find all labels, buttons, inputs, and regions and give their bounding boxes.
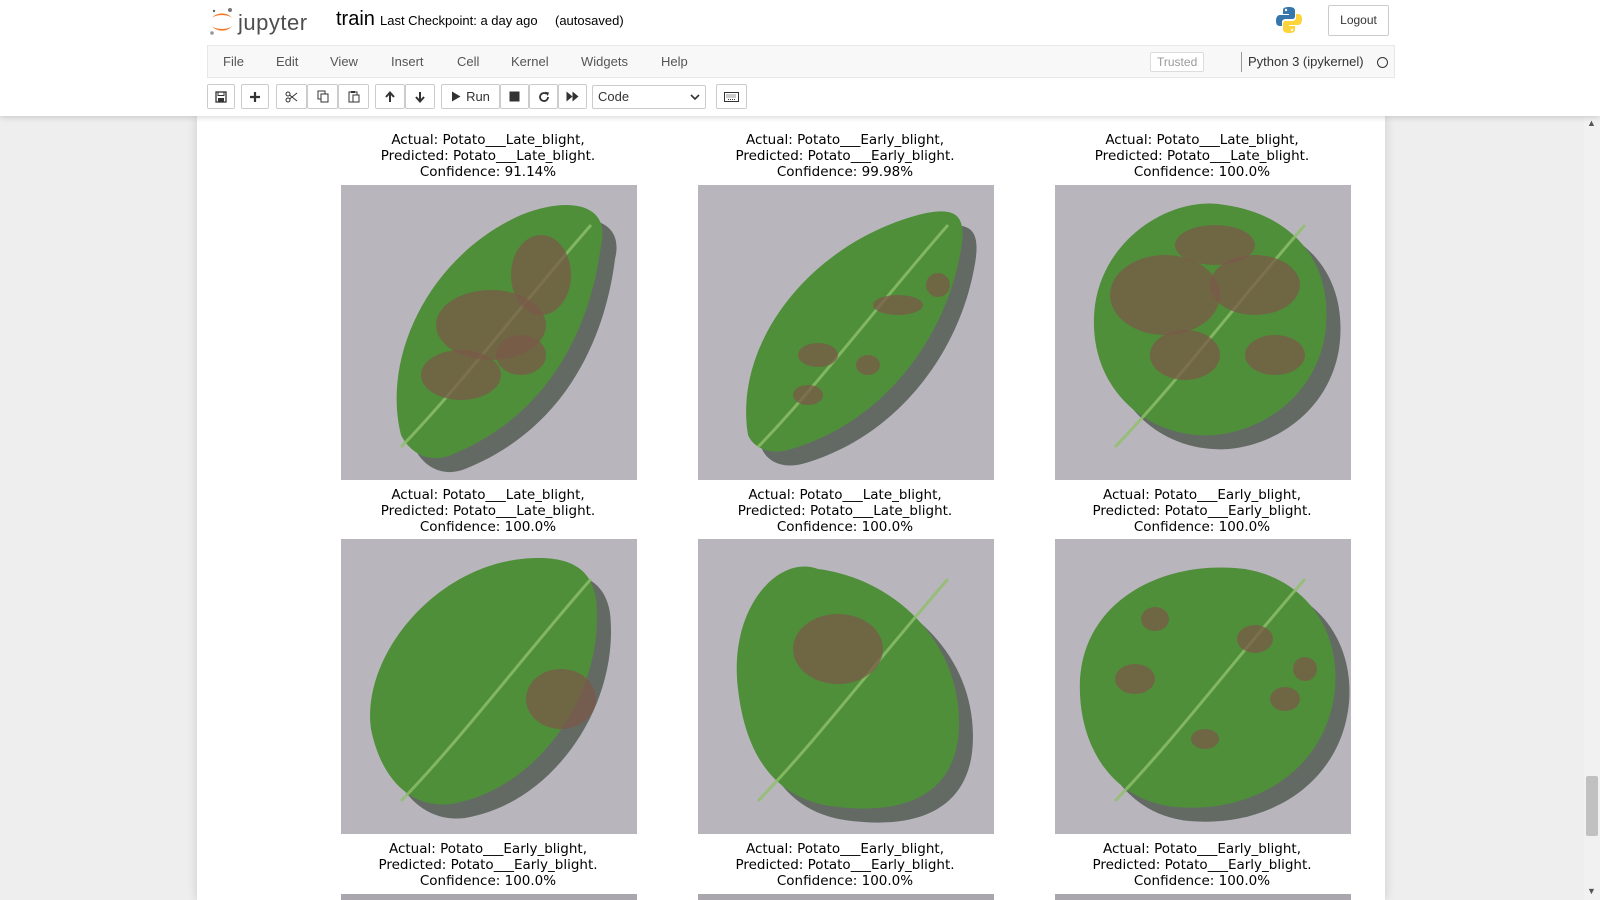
move-up-button[interactable] bbox=[375, 84, 405, 109]
interrupt-button[interactable] bbox=[500, 84, 529, 109]
menu-file[interactable]: File bbox=[223, 54, 244, 69]
copy-icon bbox=[317, 90, 328, 103]
stop-icon bbox=[509, 91, 520, 102]
caption-confidence: Confidence: 100.0% bbox=[1133, 164, 1271, 180]
leaf-image-partial bbox=[698, 894, 994, 900]
menu-edit[interactable]: Edit bbox=[276, 54, 298, 69]
leaf-image bbox=[1055, 185, 1351, 480]
fast-forward-icon bbox=[566, 91, 579, 102]
caption-predicted: Predicted: Potato___Late_blight. bbox=[737, 503, 953, 519]
caption-actual: Actual: Potato___Late_blight, bbox=[391, 487, 585, 503]
notebook-container: Actual: Potato___Late_blight, Predicted: … bbox=[197, 116, 1385, 900]
caption-actual: Actual: Potato___Early_blight, bbox=[1102, 487, 1302, 503]
caption-predicted: Predicted: Potato___Late_blight. bbox=[380, 148, 596, 164]
arrow-up-icon bbox=[385, 90, 395, 102]
logout-button[interactable]: Logout bbox=[1328, 5, 1389, 36]
prediction-caption: Actual: Potato___Late_blight, Predicted: … bbox=[338, 132, 638, 180]
cut-button[interactable] bbox=[276, 84, 307, 109]
cell-type-select[interactable]: Code bbox=[592, 85, 706, 109]
caption-confidence: Confidence: 99.98% bbox=[776, 164, 914, 180]
paste-icon bbox=[348, 91, 359, 103]
menu-help[interactable]: Help bbox=[661, 54, 688, 69]
python-logo-icon bbox=[1276, 7, 1302, 33]
caption-confidence: Confidence: 100.0% bbox=[419, 873, 557, 889]
caption-predicted: Predicted: Potato___Early_blight. bbox=[378, 857, 598, 873]
prediction-caption: Actual: Potato___Late_blight, Predicted: … bbox=[1052, 132, 1352, 180]
copy-button[interactable] bbox=[307, 84, 338, 109]
kernel-idle-icon bbox=[1377, 57, 1388, 68]
caption-actual: Actual: Potato___Late_blight, bbox=[391, 132, 585, 148]
leaf-image bbox=[341, 185, 637, 480]
cell-type-value: Code bbox=[598, 89, 630, 104]
chevron-down-icon bbox=[690, 94, 700, 101]
prediction-caption: Actual: Potato___Early_blight, Predicted:… bbox=[1052, 487, 1352, 535]
menu-insert[interactable]: Insert bbox=[391, 54, 424, 69]
kernel-name[interactable]: Python 3 (ipykernel) bbox=[1248, 54, 1364, 69]
leaf-image bbox=[698, 185, 994, 480]
arrow-down-icon bbox=[415, 91, 425, 103]
caption-actual: Actual: Potato___Late_blight, bbox=[1105, 132, 1299, 148]
leaf-image bbox=[341, 539, 637, 834]
caption-actual: Actual: Potato___Late_blight, bbox=[748, 487, 942, 503]
plus-icon bbox=[250, 91, 260, 102]
jupyter-logo[interactable]: jupyter bbox=[208, 6, 323, 38]
notebook-name[interactable]: train bbox=[336, 8, 375, 31]
prediction-caption: Actual: Potato___Late_blight, Predicted: … bbox=[338, 487, 638, 535]
paste-button[interactable] bbox=[338, 84, 369, 109]
menu-view[interactable]: View bbox=[330, 54, 358, 69]
menubar: File Edit View Insert Cell Kernel Widget… bbox=[207, 45, 1395, 78]
caption-predicted: Predicted: Potato___Early_blight. bbox=[735, 148, 955, 164]
insert-cell-button[interactable] bbox=[241, 84, 269, 109]
caption-confidence: Confidence: 100.0% bbox=[1133, 873, 1271, 889]
scroll-up-arrow[interactable]: ▲ bbox=[1587, 118, 1596, 128]
jupyter-wordmark: jupyter bbox=[238, 10, 308, 35]
caption-predicted: Predicted: Potato___Early_blight. bbox=[1092, 503, 1312, 519]
caption-confidence: Confidence: 100.0% bbox=[419, 519, 557, 535]
caption-predicted: Predicted: Potato___Early_blight. bbox=[735, 857, 955, 873]
menu-widgets[interactable]: Widgets bbox=[581, 54, 628, 69]
prediction-caption: Actual: Potato___Early_blight, Predicted:… bbox=[695, 132, 995, 180]
keyboard-icon bbox=[724, 91, 739, 102]
caption-confidence: Confidence: 100.0% bbox=[776, 519, 914, 535]
scroll-down-arrow[interactable]: ▼ bbox=[1587, 886, 1596, 896]
leaf-image bbox=[1055, 539, 1351, 834]
caption-actual: Actual: Potato___Early_blight, bbox=[745, 132, 945, 148]
leaf-image-partial bbox=[341, 894, 637, 900]
restart-icon bbox=[538, 91, 549, 102]
move-down-button[interactable] bbox=[405, 84, 435, 109]
notebook-header: jupyter train Last Checkpoint: a day ago… bbox=[0, 0, 1600, 116]
cut-icon bbox=[285, 91, 298, 102]
trusted-indicator[interactable]: Trusted bbox=[1150, 52, 1205, 72]
caption-confidence: Confidence: 100.0% bbox=[776, 873, 914, 889]
restart-button[interactable] bbox=[529, 84, 558, 109]
menu-kernel[interactable]: Kernel bbox=[511, 54, 549, 69]
caption-confidence: Confidence: 100.0% bbox=[1133, 519, 1271, 535]
prediction-caption: Actual: Potato___Late_blight, Predicted: … bbox=[695, 487, 995, 535]
menu-cell[interactable]: Cell bbox=[457, 54, 479, 69]
save-button[interactable] bbox=[207, 84, 235, 109]
scrollbar-thumb[interactable] bbox=[1586, 776, 1598, 836]
caption-actual: Actual: Potato___Early_blight, bbox=[388, 841, 588, 857]
restart-run-all-button[interactable] bbox=[558, 84, 587, 109]
leaf-image-partial bbox=[1055, 894, 1351, 900]
leaf-image bbox=[698, 539, 994, 834]
kernel-separator bbox=[1241, 52, 1242, 72]
save-icon bbox=[215, 90, 227, 103]
run-button[interactable]: Run bbox=[441, 84, 500, 109]
run-label: Run bbox=[466, 89, 490, 104]
caption-predicted: Predicted: Potato___Early_blight. bbox=[1092, 857, 1312, 873]
prediction-caption: Actual: Potato___Early_blight, Predicted:… bbox=[1052, 841, 1352, 889]
caption-actual: Actual: Potato___Early_blight, bbox=[745, 841, 945, 857]
caption-predicted: Predicted: Potato___Late_blight. bbox=[1094, 148, 1310, 164]
prediction-caption: Actual: Potato___Early_blight, Predicted:… bbox=[695, 841, 995, 889]
caption-confidence: Confidence: 91.14% bbox=[419, 164, 557, 180]
command-palette-button[interactable] bbox=[716, 84, 747, 109]
autosave-status: (autosaved) bbox=[555, 13, 624, 28]
run-icon bbox=[452, 91, 461, 102]
checkpoint-status: Last Checkpoint: a day ago bbox=[380, 13, 538, 28]
prediction-caption: Actual: Potato___Early_blight, Predicted:… bbox=[338, 841, 638, 889]
caption-predicted: Predicted: Potato___Late_blight. bbox=[380, 503, 596, 519]
jupyter-logo-icon bbox=[210, 8, 232, 35]
caption-actual: Actual: Potato___Early_blight, bbox=[1102, 841, 1302, 857]
